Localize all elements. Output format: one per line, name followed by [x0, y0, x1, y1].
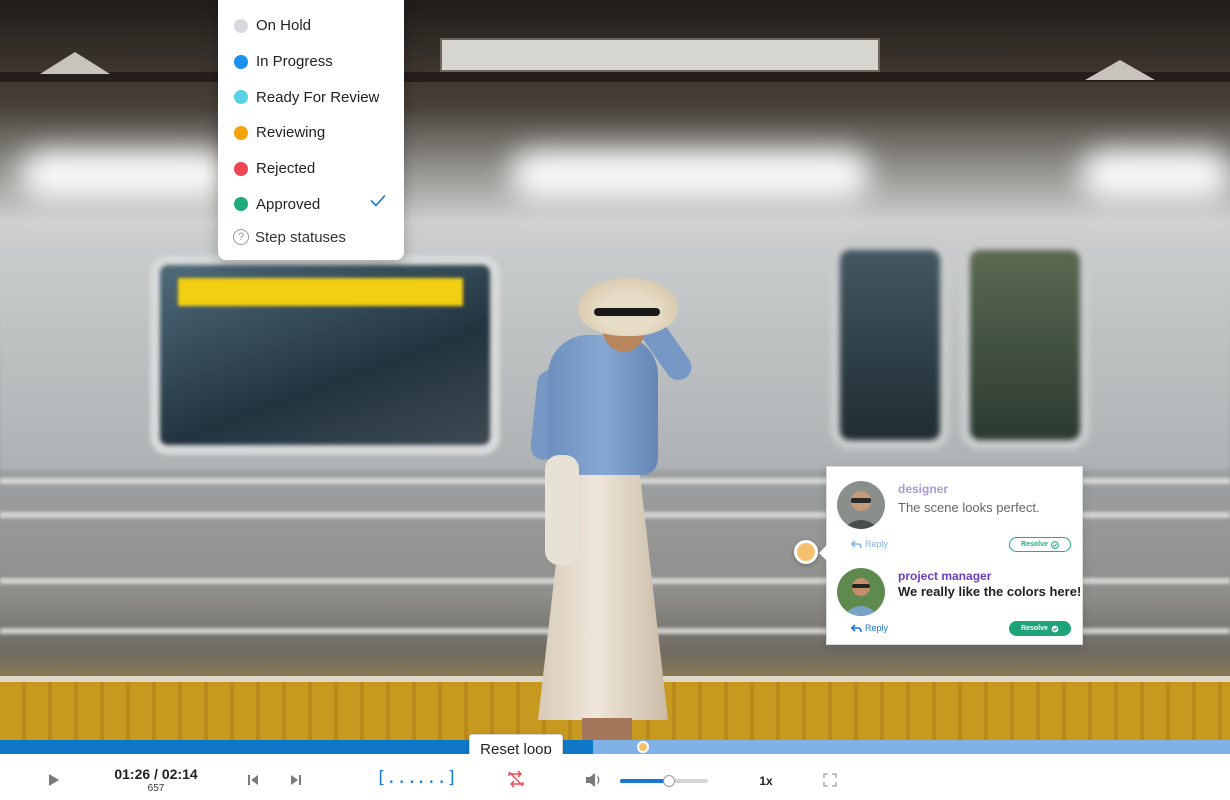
status-label: In Progress	[256, 53, 333, 71]
time-separator: /	[150, 766, 162, 782]
volume-slider[interactable]	[620, 775, 708, 787]
woman-hat	[578, 278, 678, 336]
loop-out-button[interactable]: ...]	[416, 768, 457, 788]
train-window	[960, 240, 1090, 450]
player-controls: 01:26 / 02:14 657 [... ...] 1x	[0, 754, 1230, 800]
frame-number: 657	[147, 783, 165, 794]
fullscreen-button[interactable]	[821, 771, 839, 789]
resolve-label: Resolve	[1021, 625, 1048, 632]
step-statuses-link[interactable]: ? Step statuses	[218, 222, 404, 252]
status-option-rejected[interactable]: Rejected	[218, 151, 404, 187]
status-dot-icon	[234, 161, 248, 176]
volume-handle[interactable]	[663, 775, 676, 787]
comment-item: designer The scene looks perfect. Reply …	[827, 467, 1084, 557]
status-label: Approved	[256, 195, 321, 213]
train-window	[830, 240, 950, 450]
time-display: 01:26 / 02:14	[96, 766, 216, 782]
resolve-label: Resolve	[1021, 541, 1048, 548]
avatar	[837, 481, 885, 529]
status-label: On Hold	[256, 17, 312, 35]
status-option-reviewing[interactable]: Reviewing	[218, 115, 404, 151]
comment-text: We really like the colors here!	[898, 584, 1082, 599]
seek-bar[interactable]	[0, 740, 1230, 754]
status-dot-icon	[234, 197, 248, 212]
status-dot-icon	[234, 125, 248, 140]
volume-icon	[586, 773, 600, 787]
reset-loop-button[interactable]	[504, 768, 528, 790]
avatar	[837, 568, 885, 616]
train-light	[1080, 150, 1230, 200]
status-option-on-hold[interactable]: On Hold	[218, 8, 404, 44]
step-statuses-label: Step statuses	[255, 228, 346, 246]
previous-frame-button[interactable]	[243, 770, 263, 790]
status-dropdown: On Hold In Progress Ready For Review Rev…	[218, 0, 404, 260]
status-label: Reviewing	[256, 124, 326, 142]
question-circle-icon: ?	[233, 229, 249, 246]
status-option-approved[interactable]: Approved	[218, 186, 404, 222]
resolve-button[interactable]: Resolve	[1009, 537, 1071, 552]
woman-legs	[582, 718, 632, 740]
hat-band	[594, 308, 660, 316]
fullscreen-icon	[823, 773, 837, 787]
duration: 02:14	[161, 766, 198, 782]
check-circle-icon	[1051, 540, 1059, 549]
ceiling-beam	[0, 72, 1230, 82]
status-label: Ready For Review	[256, 88, 380, 106]
woman-top	[548, 335, 658, 475]
volume-button[interactable]	[583, 770, 605, 790]
status-option-ready-for-review[interactable]: Ready For Review	[218, 79, 404, 115]
check-circle-icon	[1051, 625, 1059, 632]
current-time: 01:26	[114, 766, 151, 782]
train-light	[20, 150, 230, 200]
status-option-in-progress[interactable]: In Progress	[218, 44, 404, 80]
checkmark-icon	[370, 195, 386, 207]
comment-author: project manager	[898, 569, 992, 583]
play-icon	[49, 774, 59, 786]
comment-pin[interactable]	[794, 540, 818, 564]
skip-back-icon	[248, 775, 258, 785]
playback-speed-button[interactable]: 1x	[752, 774, 780, 788]
comment-thread: designer The scene looks perfect. Reply …	[819, 466, 1084, 646]
reply-arrow-icon	[851, 539, 862, 548]
status-label: Rejected	[256, 160, 316, 178]
status-dot-icon	[234, 90, 248, 105]
next-frame-button[interactable]	[286, 770, 306, 790]
status-dot-icon	[234, 54, 248, 69]
station-sign	[440, 38, 880, 72]
reply-button[interactable]: Reply	[851, 623, 888, 633]
train-destination-strip	[178, 278, 463, 306]
loop-in-button[interactable]: [...	[376, 768, 417, 788]
skip-forward-icon	[291, 775, 301, 785]
reply-button[interactable]: Reply	[851, 539, 888, 549]
play-button[interactable]	[44, 770, 64, 790]
comment-author: designer	[898, 482, 949, 496]
volume-level	[620, 779, 670, 783]
resolve-button[interactable]: Resolve	[1009, 621, 1071, 636]
comment-item: project manager We really like the color…	[827, 557, 1084, 646]
reply-label: Reply	[865, 623, 889, 633]
loop-off-icon	[508, 770, 524, 788]
train-light	[510, 150, 870, 200]
woman-bag	[545, 455, 579, 565]
reply-arrow-icon	[851, 623, 862, 632]
comment-marker[interactable]	[637, 741, 650, 753]
status-dot-icon	[234, 18, 248, 33]
reply-label: Reply	[865, 539, 889, 549]
comment-text: The scene looks perfect.	[898, 500, 1040, 515]
